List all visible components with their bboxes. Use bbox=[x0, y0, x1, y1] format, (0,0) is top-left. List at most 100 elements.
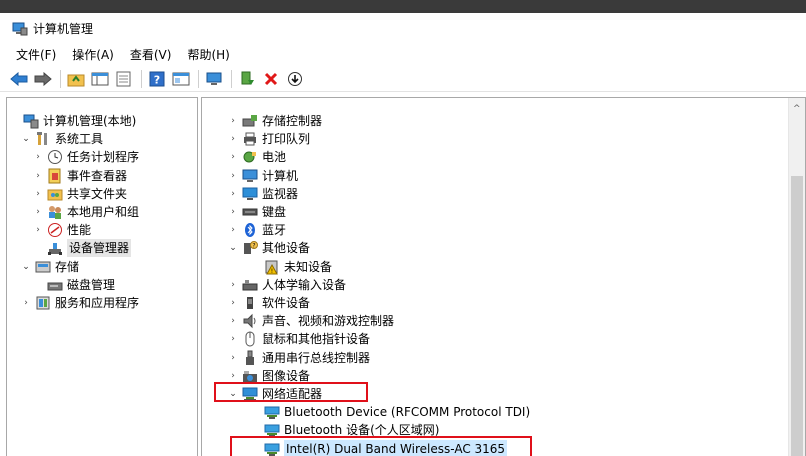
help-icon[interactable]: ? bbox=[146, 68, 168, 90]
expand-chevron-right-icon[interactable]: › bbox=[33, 203, 43, 221]
scroll-thumb[interactable] bbox=[791, 176, 803, 456]
device-tree-item[interactable]: › 计算机 bbox=[228, 167, 298, 185]
console-tree-label: 事件查看器 bbox=[67, 168, 128, 183]
device-tree-item[interactable]: Bluetooth 设备(个人区域网) bbox=[250, 421, 439, 439]
device-tree-label: 蓝牙 bbox=[262, 223, 287, 238]
network-card-icon bbox=[264, 404, 280, 420]
event-viewer-icon bbox=[47, 168, 63, 184]
device-tree-item[interactable]: › 鼠标和其他指针设备 bbox=[228, 330, 370, 348]
expand-chevron-down-icon[interactable]: ⌄ bbox=[228, 385, 238, 403]
scroll-up-arrow-icon[interactable]: ^ bbox=[793, 104, 801, 114]
expand-chevron-right-icon[interactable]: › bbox=[228, 294, 238, 312]
expand-chevron-right-icon[interactable]: › bbox=[33, 167, 43, 185]
forward-icon[interactable] bbox=[32, 68, 54, 90]
console-tree-item[interactable]: 磁盘管理 bbox=[33, 276, 115, 294]
console-tree-label: 存储 bbox=[55, 259, 80, 274]
device-tree-item[interactable]: › 打印队列 bbox=[228, 130, 310, 148]
console-tree-item[interactable]: › 本地用户和组 bbox=[33, 203, 139, 221]
show-hide-tree-icon[interactable] bbox=[89, 68, 111, 90]
menu-help[interactable]: 帮助(H) bbox=[179, 45, 237, 65]
printer-icon bbox=[242, 131, 258, 147]
expand-chevron-right-icon[interactable]: › bbox=[228, 203, 238, 221]
console-tree-item[interactable]: 计算机管理(本地) bbox=[9, 112, 136, 130]
device-tree-item[interactable]: › 软件设备 bbox=[228, 294, 310, 312]
device-tree-item[interactable]: › 图像设备 bbox=[228, 367, 310, 385]
properties-icon[interactable] bbox=[113, 68, 135, 90]
network-card-icon bbox=[264, 422, 280, 438]
device-tree-item[interactable]: › 电池 bbox=[228, 148, 286, 166]
monitor-icon[interactable] bbox=[203, 68, 225, 90]
expand-chevron-down-icon[interactable]: ⌄ bbox=[21, 130, 31, 148]
console-tree-label: 设备管理器 bbox=[67, 239, 132, 258]
console-tree-item[interactable]: ⌄ 系统工具 bbox=[21, 130, 103, 148]
device-tree-label: Bluetooth Device (RFCOMM Protocol TDI) bbox=[284, 405, 531, 420]
device-tree-label: 通用串行总线控制器 bbox=[262, 350, 371, 365]
console-tree-item[interactable]: ⌄ 存储 bbox=[21, 258, 79, 276]
svg-text:?: ? bbox=[154, 73, 160, 86]
toolbar-separator bbox=[60, 69, 61, 88]
console-tree-item[interactable]: 设备管理器 bbox=[33, 239, 132, 258]
console-tree-label: 服务和应用程序 bbox=[55, 296, 140, 310]
menu-action[interactable]: 操作(A) bbox=[64, 45, 122, 65]
device-tree-item[interactable]: › 声音、视频和游戏控制器 bbox=[228, 312, 394, 330]
device-tree-item[interactable]: Intel(R) Dual Band Wireless-AC 3165 bbox=[250, 439, 508, 456]
device-tree-item[interactable]: › 通用串行总线控制器 bbox=[228, 349, 370, 367]
console-tree-item[interactable]: › 事件查看器 bbox=[33, 167, 127, 185]
device-tree-label: 监视器 bbox=[262, 186, 299, 201]
expand-chevron-right-icon[interactable]: › bbox=[228, 112, 238, 130]
expand-chevron-right-icon[interactable]: › bbox=[228, 330, 238, 348]
usb-icon bbox=[242, 350, 258, 366]
performance-icon bbox=[47, 222, 63, 238]
expand-chevron-right-icon[interactable]: › bbox=[33, 221, 43, 239]
console-icon[interactable] bbox=[170, 68, 192, 90]
other-devices-icon: ? bbox=[242, 240, 258, 256]
device-tree-item[interactable]: › 存储控制器 bbox=[228, 112, 322, 130]
expand-chevron-down-icon[interactable]: ⌄ bbox=[21, 258, 31, 276]
device-tree-item[interactable]: ! 未知设备 bbox=[250, 258, 332, 276]
top-edge bbox=[0, 0, 806, 13]
expand-chevron-right-icon[interactable]: › bbox=[228, 367, 238, 385]
expand-chevron-down-icon[interactable]: ⌄ bbox=[228, 239, 238, 257]
expand-chevron-right-icon[interactable]: › bbox=[21, 294, 31, 312]
back-icon[interactable] bbox=[8, 68, 30, 90]
storage-icon bbox=[35, 259, 51, 275]
toolbar: ? bbox=[0, 66, 806, 92]
device-tree-item[interactable]: ⌄? 其他设备 bbox=[228, 239, 310, 257]
device-tree-label: 存储控制器 bbox=[262, 114, 323, 128]
device-tree-item[interactable]: Bluetooth Device (RFCOMM Protocol TDI) bbox=[250, 403, 530, 421]
vertical-scrollbar[interactable]: ^ bbox=[788, 98, 805, 456]
expand-chevron-right-icon[interactable]: › bbox=[33, 185, 43, 203]
expand-chevron-right-icon[interactable]: › bbox=[228, 349, 238, 367]
unknown-device-icon: ! bbox=[264, 259, 280, 275]
expand-chevron-right-icon[interactable]: › bbox=[228, 185, 238, 203]
console-tree-pane[interactable]: 计算机管理(本地) ⌄ 系统工具 › 任务计划程序 › 事件查看器 › 共享文件夹 › 本地用户和组… bbox=[6, 97, 198, 456]
menu-view[interactable]: 查看(V) bbox=[122, 45, 180, 65]
expand-chevron-right-icon[interactable]: › bbox=[228, 221, 238, 239]
expand-chevron-right-icon[interactable]: › bbox=[228, 148, 238, 166]
expand-chevron-right-icon[interactable]: › bbox=[228, 130, 238, 148]
console-tree-item[interactable]: › 任务计划程序 bbox=[33, 148, 139, 166]
uninstall-icon[interactable] bbox=[260, 68, 282, 90]
enable-device-icon[interactable] bbox=[236, 68, 258, 90]
console-tree-item[interactable]: › 性能 bbox=[33, 221, 91, 239]
device-tree-item[interactable]: › 人体学输入设备 bbox=[228, 276, 346, 294]
device-tree-item[interactable]: › 蓝牙 bbox=[228, 221, 286, 239]
expand-chevron-right-icon[interactable]: › bbox=[228, 167, 238, 185]
update-driver-icon[interactable] bbox=[284, 68, 306, 90]
computer-management-window: 计算机管理 文件(F) 操作(A) 查看(V) 帮助(H) ? 计算机管理(本地… bbox=[0, 13, 806, 456]
menu-file[interactable]: 文件(F) bbox=[8, 45, 64, 65]
expand-chevron-right-icon[interactable]: › bbox=[228, 276, 238, 294]
console-tree-item[interactable]: › 共享文件夹 bbox=[33, 185, 127, 203]
up-folder-icon[interactable] bbox=[65, 68, 87, 90]
toolbar-separator bbox=[198, 69, 199, 88]
toolbar-separator bbox=[141, 69, 142, 88]
console-tree-item[interactable]: › 服务和应用程序 bbox=[21, 294, 139, 312]
device-tree-item[interactable]: › 监视器 bbox=[228, 185, 298, 203]
device-tree-item[interactable]: › 键盘 bbox=[228, 203, 286, 221]
device-tree-pane[interactable]: › 存储控制器 › 打印队列 › 电池 › 计算机 › 监视器 › 键盘 › 蓝牙 ⌄? 其他设备! 未知设备 ›… bbox=[201, 97, 806, 456]
expand-chevron-right-icon[interactable]: › bbox=[228, 312, 238, 330]
device-tree-label: 软件设备 bbox=[262, 296, 311, 310]
device-tree-item[interactable]: ⌄ 网络适配器 bbox=[228, 385, 322, 403]
expand-chevron-right-icon[interactable]: › bbox=[33, 148, 43, 166]
console-tree-label: 任务计划程序 bbox=[67, 150, 140, 165]
